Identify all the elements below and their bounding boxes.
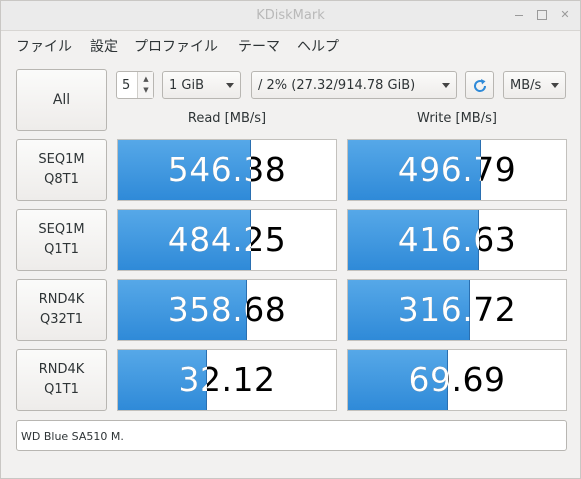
test-button-seq1m-q1t1[interactable]: SEQ1M Q1T1 [16,209,107,271]
test-size-combo[interactable]: 1 GiB [162,71,241,99]
menu-theme[interactable]: テーマ [238,36,280,56]
maximize-button[interactable] [536,9,548,21]
test-name-line2: Q32T1 [40,312,83,327]
close-button[interactable]: ✕ [559,9,571,21]
read-value-overlay: 32.12 [118,350,208,410]
menu-profile[interactable]: プロファイル [134,36,218,56]
read-result-seq1m-q8t1: 546.38 546.38 [117,139,337,201]
read-header: Read [MB/s] [187,111,267,126]
write-result-rnd4k-q32t1: 316.72 316.72 [347,279,567,341]
write-header: Write [MB/s] [417,111,497,126]
spin-up-icon[interactable]: ▲ [138,75,154,83]
write-value-overlay: 316.72 [348,280,470,340]
write-result-rnd4k-q1t1: 69.69 69.69 [347,349,567,411]
read-value-overlay-text: 32.12 [178,360,208,399]
comment-field[interactable]: WD Blue SA510 M. [16,420,567,451]
read-value-overlay: 358.68 [118,280,247,340]
write-value-overlay: 496.79 [348,140,481,200]
write-value-overlay-text: 416.63 [397,220,479,259]
chevron-down-icon [551,83,559,88]
window-title: KDiskMark [256,8,325,23]
close-icon: ✕ [560,8,570,21]
menu-settings[interactable]: 設定 [90,36,118,56]
menu-bar: ファイル 設定 プロファイル テーマ ヘルプ [1,32,580,58]
read-value-overlay: 484.25 [118,210,251,270]
read-result-seq1m-q1t1: 484.25 484.25 [117,209,337,271]
minimize-button[interactable] [513,9,525,21]
refresh-icon [474,79,487,92]
test-size-value: 1 GiB [169,78,205,93]
write-result-seq1m-q8t1: 496.79 496.79 [347,139,567,201]
runs-spinbox[interactable]: 5 ▲ ▼ [116,71,154,99]
test-button-rnd4k-q1t1[interactable]: RND4K Q1T1 [16,349,107,411]
spin-arrows[interactable]: ▲ ▼ [137,72,153,98]
write-result-seq1m-q1t1: 416.63 416.63 [347,209,567,271]
write-value-overlay: 416.63 [348,210,479,270]
write-value-overlay-text: 69.69 [408,360,449,399]
read-result-rnd4k-q1t1: 32.12 32.12 [117,349,337,411]
comment-text: WD Blue SA510 M. [21,430,124,443]
drive-value: / 2% (27.32/914.78 GiB) [258,78,416,93]
test-name-line1: SEQ1M [38,222,85,237]
refresh-button[interactable] [465,71,494,99]
menu-file[interactable]: ファイル [16,36,72,56]
read-value-overlay-text: 358.68 [167,290,247,329]
test-name-line1: RND4K [38,362,85,377]
unit-value: MB/s [510,78,542,93]
title-bar: KDiskMark ✕ [1,1,580,31]
chevron-down-icon [442,83,450,88]
read-value-overlay: 546.38 [118,140,251,200]
menu-help[interactable]: ヘルプ [297,36,339,56]
drive-combo[interactable]: / 2% (27.32/914.78 GiB) [251,71,457,99]
write-value-overlay: 69.69 [348,350,449,410]
test-name-line2: Q8T1 [44,172,79,187]
write-value-overlay-text: 496.79 [397,150,481,189]
read-value-overlay-text: 484.25 [167,220,251,259]
read-result-rnd4k-q32t1: 358.68 358.68 [117,279,337,341]
maximize-icon [537,10,547,20]
test-name-line1: RND4K [38,292,85,307]
test-name-line1: SEQ1M [38,152,85,167]
kdiskmark-window: KDiskMark ✕ ファイル 設定 プロファイル テーマ ヘルプ All 5… [0,0,581,479]
write-value-overlay-text: 316.72 [397,290,470,329]
minimize-icon [515,15,523,16]
test-button-rnd4k-q32t1[interactable]: RND4K Q32T1 [16,279,107,341]
spin-down-icon[interactable]: ▼ [138,86,154,94]
test-button-seq1m-q8t1[interactable]: SEQ1M Q8T1 [16,139,107,201]
unit-combo[interactable]: MB/s [503,71,566,99]
chevron-down-icon [226,83,234,88]
read-value-overlay-text: 546.38 [167,150,251,189]
runs-value: 5 [122,78,131,93]
test-name-line2: Q1T1 [44,242,79,257]
test-name-line2: Q1T1 [44,382,79,397]
all-button[interactable]: All [16,69,107,131]
